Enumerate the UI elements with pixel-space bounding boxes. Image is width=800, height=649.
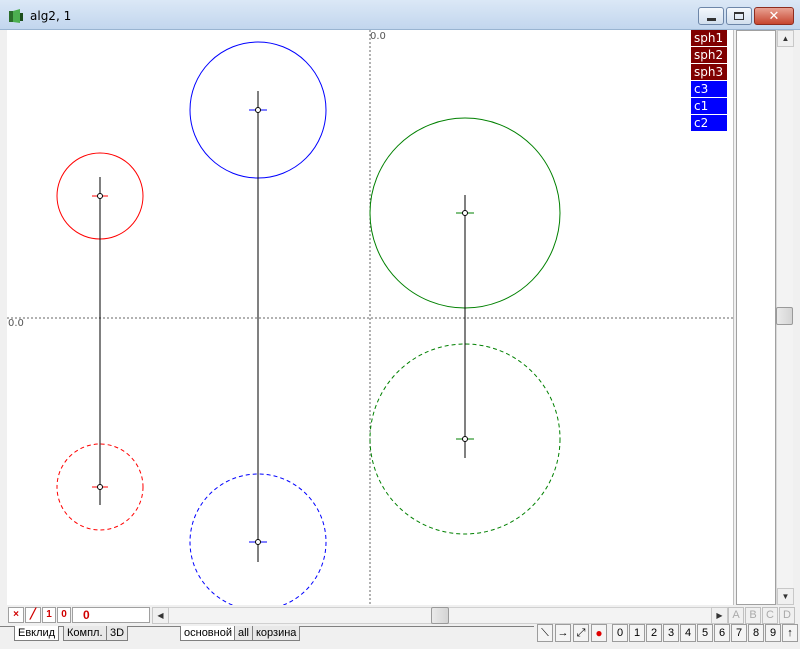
segment-icon: ⟍ <box>541 627 549 639</box>
close-icon: ✕ <box>768 8 780 24</box>
vertical-scroll-thumb[interactable] <box>776 307 793 325</box>
side-panel <box>733 30 779 605</box>
layer-sph1[interactable]: sph1 <box>691 30 727 46</box>
line-tool-button[interactable]: ╱ <box>25 607 41 623</box>
one-label: 1 <box>46 609 52 620</box>
arrow-right-tool-icon: → <box>557 627 569 639</box>
digit-3-button[interactable]: 3 <box>663 624 679 642</box>
digit-5-button[interactable]: 5 <box>697 624 713 642</box>
digit-7-button[interactable]: 7 <box>731 624 747 642</box>
digit-8-button[interactable]: 8 <box>748 624 764 642</box>
digit-0-button[interactable]: 0 <box>612 624 628 642</box>
digit-6-button[interactable]: 6 <box>714 624 730 642</box>
letter-b-button[interactable]: B <box>745 607 761 624</box>
horizontal-scrollbar[interactable]: ◀ ▶ <box>152 607 728 624</box>
horizontal-scroll-thumb[interactable] <box>431 607 449 624</box>
green-point-top <box>462 210 468 216</box>
y-axis-origin-label: 0.0 <box>370 31 386 42</box>
arrow-left-icon: ◀ <box>157 611 164 620</box>
tab-3d[interactable]: 3D <box>106 626 129 641</box>
app-icon <box>9 9 23 23</box>
tab-kompl[interactable]: Компл. <box>63 626 107 641</box>
letter-c-button[interactable]: C <box>762 607 778 624</box>
layer-sph2[interactable]: sph2 <box>691 47 727 63</box>
tab-korzina[interactable]: корзина <box>252 626 301 641</box>
layer-c2[interactable]: c2 <box>691 115 727 131</box>
digit-1-button[interactable]: 1 <box>629 624 645 642</box>
window-title: alg2, 1 <box>30 9 72 23</box>
up-arrow-button[interactable]: ↑ <box>782 624 798 642</box>
segment-tool-button[interactable]: ⟍ <box>537 624 553 642</box>
delete-icon: × <box>13 609 19 620</box>
zero-label: 0 <box>61 609 67 620</box>
bottom-bar: × ╱ 1 0 0 ◀ ▶ A B C D Евклид Компл. 3D о… <box>0 605 800 649</box>
point-tool-button[interactable]: ● <box>591 624 607 642</box>
maximize-icon <box>734 12 744 20</box>
vector-tool-button[interactable]: ⤢ <box>573 624 589 642</box>
counter-value: 0 <box>83 608 90 622</box>
drawing-canvas[interactable]: 0.0 0.0 <box>7 30 733 605</box>
line-icon: ╱ <box>29 609 37 620</box>
zero-button[interactable]: 0 <box>57 607 71 623</box>
scroll-left-button[interactable]: ◀ <box>152 607 169 624</box>
one-button[interactable]: 1 <box>42 607 56 623</box>
red-point-top <box>97 193 103 199</box>
title-bar: alg2, 1 ✕ <box>0 0 800 30</box>
blue-point-bottom <box>255 539 261 545</box>
minimize-button[interactable] <box>698 7 724 25</box>
arrow-tool-button[interactable]: → <box>555 624 571 642</box>
digit-4-button[interactable]: 4 <box>680 624 696 642</box>
tab-all[interactable]: all <box>234 626 254 641</box>
vertical-scrollbar[interactable]: ▲ ▼ <box>776 30 794 605</box>
layer-legend: sph1 sph2 sph3 c3 c1 c2 <box>691 30 727 132</box>
scroll-up-button[interactable]: ▲ <box>777 30 794 47</box>
red-dot-icon: ● <box>595 626 603 640</box>
x-axis-origin-label: 0.0 <box>8 318 24 329</box>
digit-9-button[interactable]: 9 <box>765 624 781 642</box>
scroll-down-button[interactable]: ▼ <box>777 588 794 605</box>
digit-2-button[interactable]: 2 <box>646 624 662 642</box>
arrow-up-icon: ▲ <box>781 34 790 43</box>
arrow-down-icon: ▼ <box>781 592 790 601</box>
close-button[interactable]: ✕ <box>754 7 794 25</box>
letter-a-button[interactable]: A <box>728 607 744 624</box>
layer-c1[interactable]: c1 <box>691 98 727 114</box>
letter-d-button[interactable]: D <box>779 607 795 624</box>
arrow-right-icon: ▶ <box>716 611 723 620</box>
green-point-bottom <box>462 436 468 442</box>
delete-tool-button[interactable]: × <box>8 607 24 623</box>
scroll-right-button[interactable]: ▶ <box>711 607 728 624</box>
maximize-button[interactable] <box>726 7 752 25</box>
layer-sph3[interactable]: sph3 <box>691 64 727 80</box>
tab-osnovnoy[interactable]: основной <box>180 626 236 641</box>
tab-evklid[interactable]: Евклид <box>14 626 60 641</box>
geometry-drawing <box>7 30 733 605</box>
counter-field[interactable]: 0 <box>72 607 150 623</box>
side-list[interactable] <box>736 30 776 605</box>
blue-point-top <box>255 107 261 113</box>
diagonal-arrow-icon: ⤢ <box>576 627 586 639</box>
layer-c3[interactable]: c3 <box>691 81 727 97</box>
minimize-icon <box>706 17 716 21</box>
red-point-bottom <box>97 484 103 490</box>
